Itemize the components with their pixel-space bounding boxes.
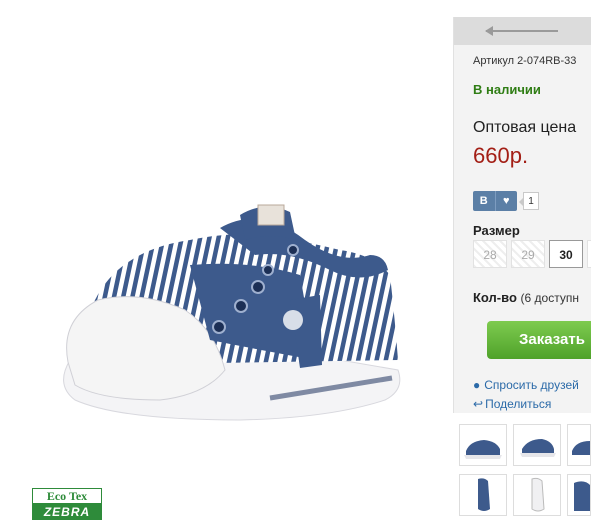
back-arrow-icon[interactable]: [485, 26, 558, 36]
product-price: 660р.: [473, 143, 529, 168]
vk-like-button[interactable]: B ♥: [473, 191, 517, 211]
size-option-30[interactable]: 30: [549, 240, 583, 268]
logo-bottom-text: ZEBRA: [32, 504, 102, 520]
ecotex-zebra-logo: Eco Tex ZEBRA: [32, 488, 102, 520]
thumbnail-2[interactable]: [513, 424, 561, 466]
size-selector: 28 29 30: [473, 240, 591, 268]
like-count: 1: [519, 192, 539, 210]
heart-icon: ♥: [502, 195, 510, 207]
size-label: Размер: [473, 223, 520, 238]
stock-status: В наличии: [473, 82, 541, 97]
map-pin-icon: ●: [473, 378, 481, 392]
social-like-widget: B ♥ 1: [473, 191, 539, 211]
size-option-28[interactable]: 28: [473, 240, 507, 268]
product-main-image[interactable]: Eco Tex ZEBRA: [0, 0, 452, 526]
thumbnail-4[interactable]: [459, 474, 507, 516]
quantity-label: Кол-во: [473, 290, 517, 305]
quantity-row: Кол-во (6 доступн: [473, 290, 579, 305]
panel-nav-bar: [454, 17, 591, 45]
vk-label: B: [473, 191, 496, 211]
order-button[interactable]: Заказать: [487, 321, 591, 359]
size-option-29[interactable]: 29: [511, 240, 545, 268]
thumbnail-3[interactable]: [567, 424, 591, 466]
ask-friends-label: Спросить друзей: [484, 378, 579, 392]
product-sku: Артикул 2-074RB-33: [473, 55, 577, 67]
thumbnail-1[interactable]: [459, 424, 507, 466]
price-label: Оптовая цена: [473, 119, 577, 136]
product-info-panel: Артикул 2-074RB-33 В наличии Оптовая цен…: [453, 17, 591, 413]
size-option-next[interactable]: [587, 240, 591, 268]
logo-top-text: Eco Tex: [32, 488, 102, 504]
share-label: Поделиться: [485, 397, 552, 411]
ask-friends-link[interactable]: ● Спросить друзей: [473, 378, 579, 392]
quantity-available: (6 доступн: [520, 291, 579, 305]
share-icon: ↩: [473, 397, 484, 411]
thumbnail-5[interactable]: [513, 474, 561, 516]
share-link[interactable]: ↩ Поделиться: [473, 397, 551, 411]
thumbnail-6[interactable]: [567, 474, 591, 516]
shoe-image: [63, 204, 401, 421]
